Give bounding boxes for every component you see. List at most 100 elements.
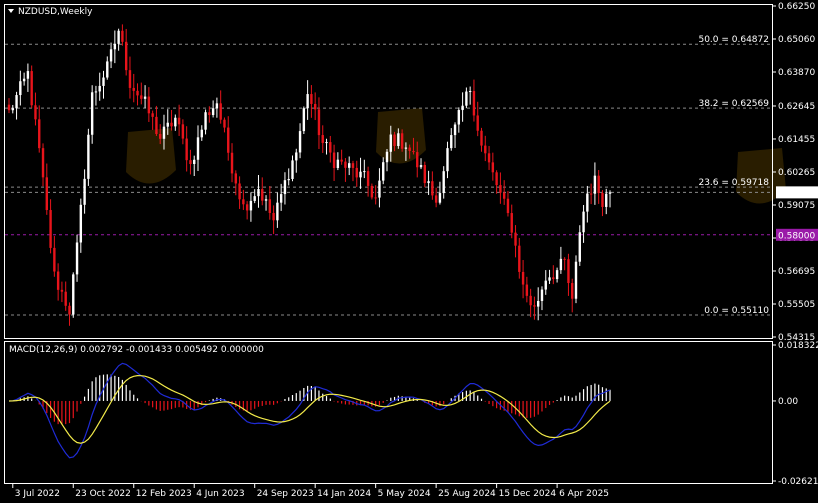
candle — [189, 149, 192, 175]
candle — [113, 30, 117, 64]
candle — [313, 92, 317, 121]
candle — [589, 183, 593, 205]
macd-title: MACD(12,26,9) 0.002792 -0.001433 0.00549… — [9, 345, 264, 355]
candle — [124, 28, 128, 76]
candle — [30, 65, 33, 109]
candle — [431, 171, 434, 200]
candle — [98, 72, 101, 101]
time-tick-label: 23 Oct 2022 — [75, 489, 131, 499]
candle — [465, 87, 468, 109]
price-tick-label: 0.59075 — [778, 201, 815, 211]
candle — [382, 157, 385, 185]
candle — [245, 201, 249, 220]
candle — [53, 236, 56, 277]
candle — [215, 97, 219, 118]
candle — [147, 87, 151, 122]
candle — [529, 288, 532, 318]
candle — [87, 128, 90, 186]
candle — [533, 296, 536, 320]
candle — [295, 148, 298, 173]
candle — [446, 141, 449, 179]
candle — [279, 183, 283, 211]
macd-panel-frame — [4, 341, 773, 484]
time-tick-label: 14 Jan 2024 — [317, 489, 371, 499]
candle — [102, 70, 105, 99]
candle — [370, 183, 374, 200]
price-tick-label: 0.66250 — [778, 2, 815, 12]
candle — [325, 138, 328, 155]
candle — [83, 169, 86, 214]
candle — [68, 302, 71, 326]
candle — [302, 106, 306, 135]
candle — [355, 160, 358, 187]
candle — [578, 225, 581, 266]
candle — [72, 272, 75, 318]
candle — [19, 70, 22, 106]
candle — [340, 149, 343, 165]
candle — [484, 135, 487, 162]
candle — [457, 107, 461, 133]
marked-level-tag: 0.58000 — [776, 228, 818, 241]
candle — [351, 160, 355, 182]
macd-histogram — [12, 374, 611, 425]
time-tick-label: 4 Jun 2023 — [196, 489, 244, 499]
candle — [321, 125, 324, 153]
fib-level-label: 0.0 = 0.55110 — [704, 306, 769, 316]
candle — [185, 126, 188, 172]
candle — [298, 123, 302, 159]
candle — [208, 106, 211, 123]
candle — [438, 181, 442, 205]
candle — [344, 158, 347, 182]
candle — [143, 85, 147, 108]
candle — [38, 105, 41, 153]
candle — [193, 155, 196, 177]
fib-levels: 50.0 = 0.64872 38.2 = 0.62569 23.6 = 0.597… — [5, 35, 772, 316]
candle — [257, 174, 260, 208]
candle — [385, 149, 389, 172]
candle — [329, 135, 332, 163]
candle — [571, 278, 574, 313]
candle — [272, 205, 275, 235]
time-tick-label: 12 Feb 2023 — [136, 489, 192, 499]
candle — [11, 104, 14, 114]
candle — [60, 281, 64, 303]
candle — [450, 128, 453, 151]
candle — [79, 198, 83, 253]
candle — [608, 190, 612, 208]
candle — [427, 170, 430, 195]
candle — [287, 168, 290, 186]
price-panel-frame — [4, 4, 773, 339]
candle — [238, 176, 241, 209]
macd-axis[interactable]: 0.018322 0.00 -0.026212 — [772, 341, 818, 487]
candle — [363, 159, 366, 179]
candle — [563, 257, 566, 271]
candle — [249, 192, 253, 222]
candle — [476, 101, 479, 137]
candle — [306, 80, 309, 120]
candle — [174, 114, 177, 131]
price-axis[interactable]: 0.66250 0.65060 0.63870 0.62645 0.61455 0.602… — [772, 2, 815, 343]
candle — [242, 189, 245, 210]
candle — [461, 92, 464, 122]
candle — [495, 170, 498, 194]
time-tick-label: 5 May 2024 — [378, 489, 431, 499]
candle — [521, 260, 525, 299]
candle — [336, 152, 340, 171]
dropdown-triangle-icon[interactable] — [8, 9, 14, 13]
time-axis[interactable]: 3 Jul 2022 23 Oct 2022 12 Feb 2023 4 Jun 20… — [12, 484, 609, 499]
candle — [291, 155, 294, 182]
time-tick-label: 24 Sep 2023 — [257, 489, 314, 499]
candle — [453, 122, 457, 148]
candle — [359, 157, 362, 189]
watermark-shield-icon — [126, 128, 176, 184]
candle — [518, 237, 521, 279]
candle — [117, 28, 120, 51]
fib-level-label: 38.2 = 0.62569 — [698, 99, 769, 109]
candle — [109, 42, 113, 69]
candle — [423, 161, 426, 188]
candle — [7, 98, 11, 114]
macd-tick-label: 0.018322 — [778, 341, 818, 351]
candle — [276, 192, 279, 228]
candle — [34, 92, 37, 126]
candle — [310, 85, 313, 118]
